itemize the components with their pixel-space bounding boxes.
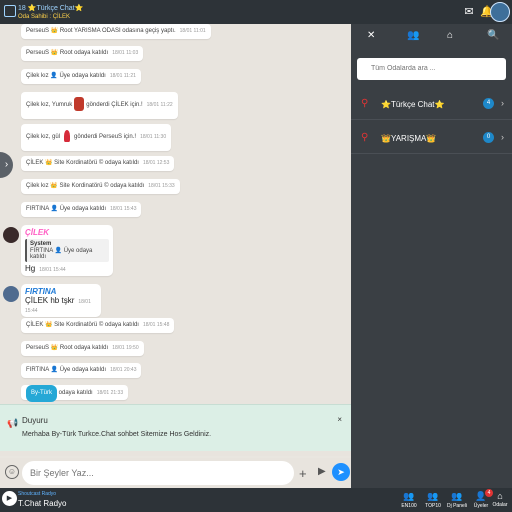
radio-play-button[interactable]: ▶ — [2, 491, 17, 506]
room-title: 18 ⭐Türkçe Chat⭐ — [18, 5, 84, 12]
room-item[interactable]: ⚲ ⭐Türkçe Chat⭐ 4 › — [351, 90, 512, 120]
avatar[interactable] — [3, 227, 19, 243]
message-text: ÇİLEK hb tşkr 18/01 15:44 — [25, 296, 91, 314]
megaphone-icon: 📢 — [7, 418, 19, 428]
nav-en100[interactable]: 👥 EN100 — [397, 491, 421, 509]
system-message: FIRTINA 👤 Üye odaya katıldı 18/01 20:43 — [21, 363, 142, 378]
location-pin-icon: ⚲ — [361, 98, 369, 109]
panel-toolbar: ✕ 👥 ⌂ 🔍 — [351, 24, 512, 52]
send-button[interactable]: ➤ — [332, 463, 350, 481]
rose-icon — [64, 130, 71, 143]
message-input[interactable] — [22, 461, 294, 485]
users-icon: 👥 — [403, 491, 415, 501]
room-count-badge: 0 — [483, 132, 494, 143]
room-owner: Oda Sahibi : ÇİLEK — [18, 14, 71, 20]
system-message: ÇİLEK 👑 Site Kordinatörü © odaya katıldı… — [21, 156, 175, 171]
avatar[interactable] — [3, 286, 19, 302]
system-message: FIRTINA 👤 Üye odaya katıldı 18/01 15:43 — [21, 202, 142, 217]
room-name: 👑YARIŞMA👑 — [381, 134, 437, 143]
plus-icon[interactable]: + — [299, 466, 307, 481]
users-icon: 👥 — [427, 491, 439, 501]
user-search-icon[interactable]: 🔍 — [487, 30, 499, 41]
system-message: PerseuS 👑 Root odaya katıldı 18/01 11:03 — [21, 46, 144, 61]
nav-dj-panel[interactable]: 👥 Dj Paneli — [445, 491, 469, 509]
room-item[interactable]: ⚲ 👑YARIŞMA👑 0 › — [351, 124, 512, 154]
home-icon: ⌂ — [497, 491, 503, 501]
boxing-glove-icon — [74, 97, 85, 112]
message-text: Hg 18/01 15:44 — [25, 264, 66, 273]
search-input[interactable] — [357, 58, 506, 80]
quote-body: FIRTINA 👤 Üye odaya katıldı — [30, 248, 93, 260]
gift-message: Çilek kız, Yumruk gönderdi ÇİLEK için.! 18… — [21, 92, 178, 119]
mail-icon[interactable]: ✉ — [462, 5, 476, 19]
announcement-bar: 📢 Duyuru Merhaba By-Türk Turkce.Chat soh… — [0, 404, 351, 451]
system-message: Çilek kız 👤 Üye odaya katıldı 18/01 11:21 — [21, 69, 141, 84]
gift-message: Çilek kız, gül gönderdi PerseuS için.! 18/… — [21, 124, 172, 151]
bottom-bar: ▶ Shoutcast Radyo T.Chat Radyo 👥 EN100 👥… — [0, 488, 512, 512]
users-icon: 👥 — [451, 491, 463, 501]
system-message: PerseuS 👑 Root YARISMA ODASI odasına geç… — [21, 24, 211, 39]
chevron-right-icon: › — [501, 98, 504, 108]
room-logo-icon — [4, 5, 16, 17]
chat-message-card: FIRTINA ÇİLEK hb tşkr 18/01 15:44 — [21, 284, 101, 317]
close-icon[interactable]: ✕ — [367, 30, 375, 41]
nav-rooms[interactable]: ⌂ Odalar — [488, 491, 512, 508]
top-bar: 18 ⭐Türkçe Chat⭐ Oda Sahibi : ÇİLEK ✉ 🔔 — [0, 0, 512, 24]
announcement-body: Merhaba By-Türk Turkce.Chat sohbet Sitem… — [22, 431, 212, 438]
announcement-title: Duyuru — [22, 416, 48, 425]
sender-name[interactable]: FIRTINA — [25, 287, 97, 296]
sender-name[interactable]: ÇİLEK — [25, 228, 109, 237]
emoji-icon[interactable]: ☺ — [5, 465, 19, 479]
system-message: ÇİLEK 👑 Site Kordinatörü © odaya katıldı… — [21, 318, 175, 333]
close-icon[interactable]: × — [337, 415, 342, 424]
composer: ☺ + ▶ ➤ — [0, 458, 351, 488]
chat-area: PerseuS 👑 Root YARISMA ODASI odasına geç… — [0, 24, 351, 456]
system-message: By-Türk odaya katıldı 18/01 21:33 — [21, 385, 129, 402]
home-icon[interactable]: ⌂ — [447, 30, 453, 41]
nav-top10[interactable]: 👥 TOP10 — [421, 491, 445, 509]
play-icon[interactable]: ▶ — [318, 466, 326, 477]
system-message: Çilek kız 👑 Site Kordinatörü © odaya kat… — [21, 179, 180, 194]
user-avatar[interactable] — [490, 2, 510, 22]
system-message: PerseuS 👑 Root odaya katıldı 18/01 19:50 — [21, 341, 144, 356]
rooms-panel: ✕ 👥 ⌂ 🔍 ⌕ ⚲ ⭐Türkçe Chat⭐ 4 › ⚲ 👑YARIŞMA… — [351, 24, 512, 488]
radio-label: Shoutcast Radyo — [18, 491, 57, 497]
location-pin-icon: ⚲ — [361, 132, 369, 143]
radio-name: T.Chat Radyo — [18, 499, 67, 508]
room-count-badge: 4 — [483, 98, 494, 109]
users-icon[interactable]: 👥 — [407, 30, 419, 41]
chat-message-card: ÇİLEK System FIRTINA 👤 Üye odaya katıldı… — [21, 225, 113, 276]
quoted-message: System FIRTINA 👤 Üye odaya katıldı — [25, 239, 109, 262]
user-tag[interactable]: By-Türk — [26, 385, 57, 402]
room-name: ⭐Türkçe Chat⭐ — [381, 100, 445, 109]
chevron-right-icon: › — [501, 132, 504, 142]
